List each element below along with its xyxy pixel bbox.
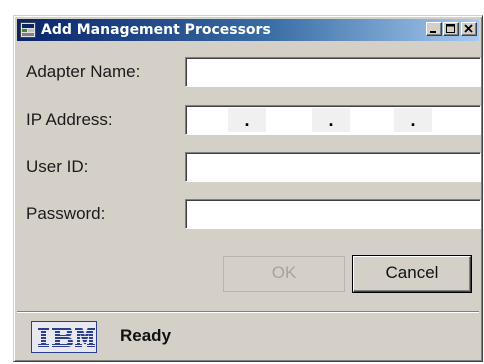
- adapter-name-field[interactable]: [185, 57, 481, 87]
- ibm-logo: [31, 321, 97, 353]
- add-management-processors-dialog: Add Management Processors Adapter Name: …: [13, 15, 483, 362]
- ok-button[interactable]: OK: [223, 256, 345, 292]
- status-text: Ready: [120, 326, 172, 345]
- close-icon: [464, 24, 473, 33]
- ip-address-label: IP Address:: [26, 110, 113, 129]
- cancel-button[interactable]: Cancel: [353, 256, 471, 292]
- maximize-icon: [446, 24, 455, 33]
- ip-octet-2[interactable]: [266, 108, 312, 132]
- ip-octet-1[interactable]: [188, 108, 228, 132]
- close-button[interactable]: [461, 22, 477, 36]
- ip-separator-3: .: [394, 108, 432, 132]
- status-bar: Ready: [17, 311, 479, 358]
- adapter-name-label: Adapter Name:: [26, 62, 141, 81]
- password-input[interactable]: [188, 202, 478, 226]
- user-id-label: User ID:: [26, 157, 89, 176]
- ip-address-field: . . .: [185, 105, 481, 135]
- password-label: Password:: [26, 204, 106, 223]
- minimize-icon: [430, 31, 436, 33]
- ibm-logo-mark: [38, 327, 95, 347]
- maximize-button[interactable]: [443, 22, 459, 36]
- password-field[interactable]: [185, 199, 481, 229]
- ip-octet-3[interactable]: [350, 108, 394, 132]
- window-app-icon[interactable]: [20, 22, 36, 38]
- ip-separator-1: .: [228, 108, 266, 132]
- adapter-name-input[interactable]: [188, 60, 478, 84]
- user-id-field[interactable]: [185, 152, 481, 182]
- minimize-button[interactable]: [426, 22, 442, 36]
- ip-octet-4[interactable]: [432, 108, 478, 132]
- user-id-input[interactable]: [188, 155, 478, 179]
- window-title: Add Management Processors: [41, 22, 271, 38]
- title-bar[interactable]: Add Management Processors: [17, 19, 479, 41]
- ip-separator-2: .: [312, 108, 350, 132]
